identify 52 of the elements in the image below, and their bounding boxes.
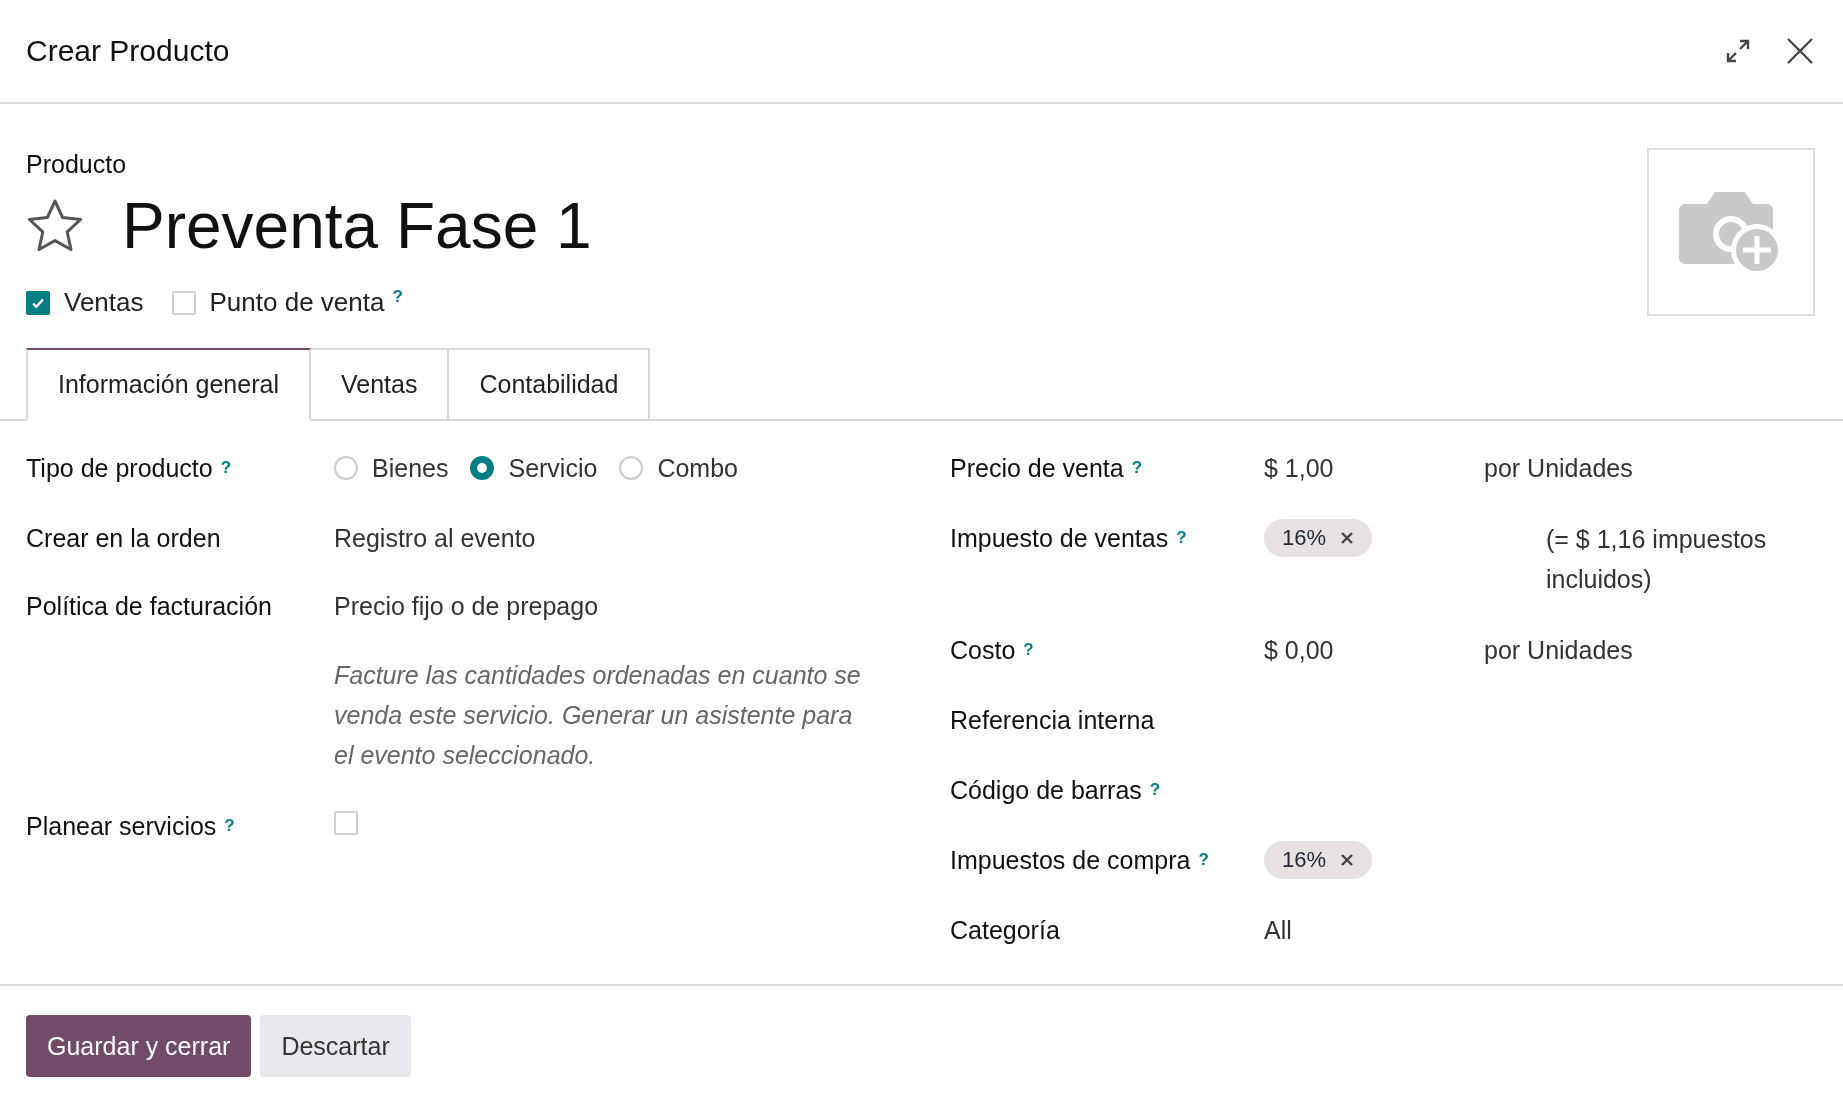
remove-icon[interactable] bbox=[1340, 531, 1355, 545]
discard-button[interactable]: Descartar bbox=[260, 1015, 411, 1077]
field-label: Impuestos de compra bbox=[950, 845, 1191, 876]
field-label: Código de barras bbox=[950, 775, 1142, 806]
unit-label: por Unidades bbox=[1484, 635, 1633, 666]
radio-label: Bienes bbox=[372, 453, 449, 484]
remove-icon[interactable] bbox=[1340, 853, 1355, 867]
help-mark[interactable]: ? bbox=[1131, 449, 1143, 487]
field-value[interactable]: All bbox=[1264, 911, 1292, 949]
field-label: Política de facturación bbox=[26, 591, 272, 622]
tax-tag[interactable]: 16% bbox=[1264, 841, 1373, 879]
radio-button[interactable] bbox=[470, 456, 495, 480]
field-label: Crear en la orden bbox=[26, 523, 221, 554]
checkbox-label: Punto de venta bbox=[209, 287, 385, 318]
tab[interactable]: Contabilidad bbox=[449, 348, 651, 421]
help-mark[interactable]: ? bbox=[1198, 841, 1209, 879]
tax-note: (= $ 1,16 impuestos incluidos) bbox=[1546, 524, 1768, 595]
help-mark[interactable]: ? bbox=[392, 287, 403, 307]
tag-text: 16% bbox=[1282, 846, 1327, 874]
field-label: Tipo de producto bbox=[26, 453, 213, 484]
help-mark[interactable]: ? bbox=[224, 807, 235, 845]
price-value[interactable]: $ 0,00 bbox=[1264, 631, 1484, 669]
price-value[interactable]: $ 1,00 bbox=[1264, 449, 1484, 487]
dialog-title: Crear Producto bbox=[26, 34, 230, 68]
field-label: Categoría bbox=[950, 915, 1060, 946]
checkbox-label: Ventas bbox=[64, 287, 144, 318]
close-icon[interactable] bbox=[1785, 36, 1815, 66]
field-label: Costo bbox=[950, 635, 1016, 666]
field-label: Referencia interna bbox=[950, 705, 1155, 736]
help-mark[interactable]: ? bbox=[1023, 631, 1034, 669]
radio-label: Servicio bbox=[508, 453, 598, 484]
product-name: Preventa Fase 1 bbox=[122, 189, 592, 263]
field-value[interactable]: Precio fijo o de prepago bbox=[334, 587, 950, 625]
field-value[interactable]: Registro al evento bbox=[334, 519, 950, 557]
unit-label: por Unidades bbox=[1484, 453, 1633, 484]
checkbox[interactable] bbox=[26, 290, 50, 315]
help-text: Facture las cantidades ordenadas en cuanto se venda este servicio. Generar un asistente para el evento seleccionado. bbox=[334, 660, 862, 771]
tag-text: 16% bbox=[1282, 524, 1327, 552]
radio-label: Combo bbox=[657, 453, 738, 484]
tab[interactable]: Ventas bbox=[310, 348, 450, 421]
field-label: Impuesto de ventas bbox=[950, 523, 1169, 554]
save-button[interactable]: Guardar y cerrar bbox=[26, 1015, 252, 1077]
expand-icon[interactable] bbox=[1725, 38, 1751, 64]
star-icon[interactable] bbox=[26, 198, 84, 254]
help-mark[interactable]: ? bbox=[1149, 771, 1161, 809]
help-mark[interactable]: ? bbox=[220, 449, 232, 487]
field-label: Producto bbox=[26, 150, 128, 179]
field-label: Precio de venta bbox=[950, 453, 1124, 484]
help-mark[interactable]: ? bbox=[1176, 519, 1187, 557]
tab[interactable]: Información general bbox=[26, 348, 311, 421]
tax-tag[interactable]: 16% bbox=[1264, 519, 1373, 557]
field-label: Planear servicios bbox=[26, 811, 217, 842]
